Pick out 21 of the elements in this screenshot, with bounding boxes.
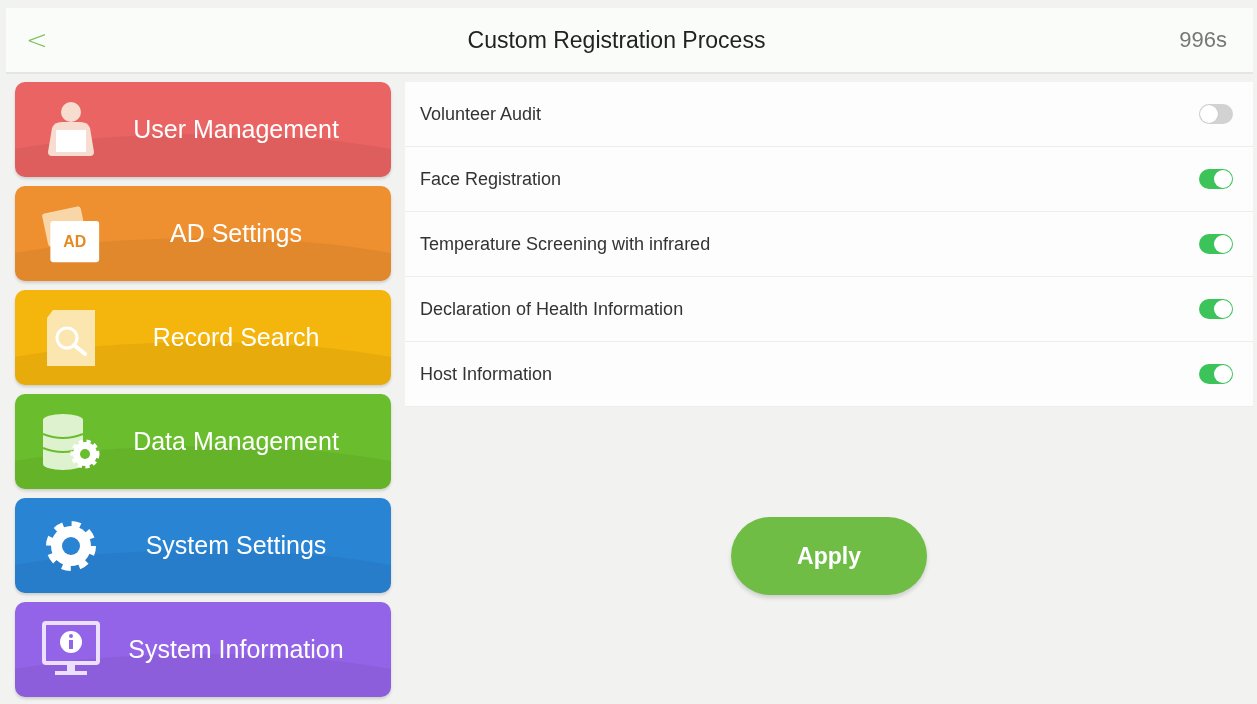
setting-label: Declaration of Health Information (420, 298, 685, 320)
menu-tile[interactable]: System Information (15, 602, 391, 697)
menu-tile[interactable]: AD AD Settings (15, 186, 391, 281)
setting-label: Face Registration (420, 168, 563, 190)
setting-label: Temperature Screening with infrared (420, 233, 712, 255)
apply-button[interactable]: Apply (731, 517, 927, 595)
toggle-switch[interactable] (1199, 234, 1233, 254)
toggle-switch[interactable] (1199, 299, 1233, 319)
countdown-timer: 996s (1178, 27, 1228, 53)
toggle-switch[interactable] (1199, 104, 1233, 124)
menu-tile[interactable]: Data Management (15, 394, 391, 489)
back-button[interactable]: < (6, 25, 66, 55)
menu-tile[interactable]: Record Search (15, 290, 391, 385)
menu-tile[interactable]: System Settings (15, 498, 391, 593)
setting-label: Volunteer Audit (420, 103, 543, 125)
database-gear-icon (41, 411, 101, 472)
toggle-switch[interactable] (1199, 169, 1233, 189)
setting-label: Host Information (420, 363, 554, 385)
menu-tile[interactable]: User Management (15, 82, 391, 177)
page-title: Custom Registration Process (466, 26, 767, 54)
toggle-switch[interactable] (1199, 364, 1233, 384)
